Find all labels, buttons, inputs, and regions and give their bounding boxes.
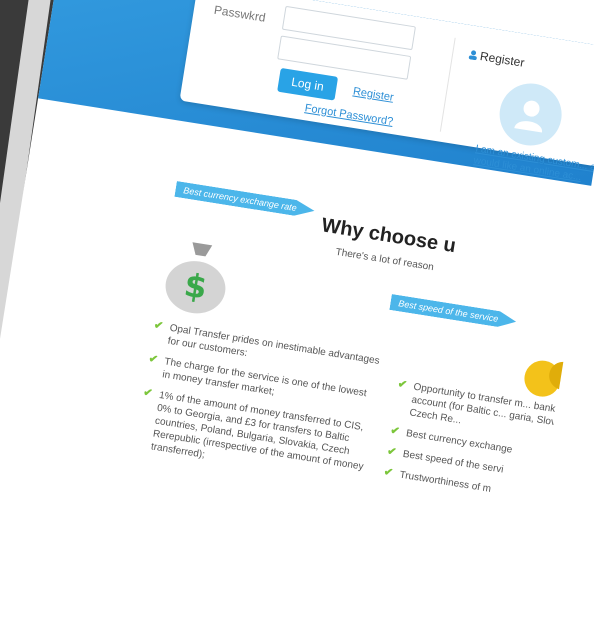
existing-customer-link[interactable]: I am an existing custom... and would lik… [473,143,594,190]
register-heading: Register [479,48,526,70]
check-icon: ✔ [153,319,165,333]
check-icon: ✔ [147,352,159,367]
ribbon-best-rate: Best currency exchange rate [174,181,315,219]
user-icon [468,50,477,61]
coins-icon [524,360,578,397]
ribbon-best-speed: Best speed of the service [389,294,517,330]
check-icon: ✔ [386,445,398,459]
check-icon: ✔ [382,466,394,480]
advantages-list-left: ✔ Opal Transfer prides on inestimable adv… [133,319,382,494]
money-bag-icon: $ [165,242,226,314]
divider [439,37,456,132]
register-link[interactable]: Register [352,86,394,104]
why-section: Best currency exchange rate Why choose u… [0,158,594,607]
password-label: Passwkrd [213,2,267,25]
website-screen: Passwkrd Log in Register Forgot Password… [0,0,594,640]
login-button[interactable]: Log in [277,67,339,101]
check-icon: ✔ [396,378,408,392]
check-icon: ✔ [142,386,154,400]
user-avatar-icon [495,79,567,150]
check-icon: ✔ [389,424,401,438]
